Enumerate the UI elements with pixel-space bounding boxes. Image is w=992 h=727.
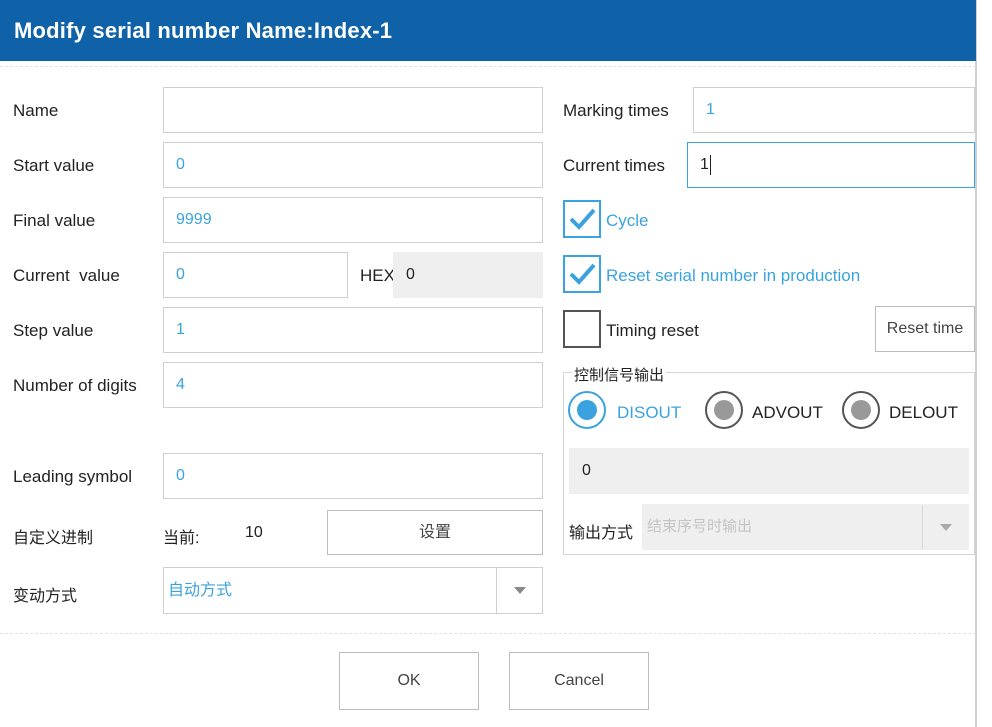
custom-base-current-label: 当前: [163,530,200,547]
cycle-checkbox[interactable] [563,200,601,238]
current-times-value: 1 [700,156,709,173]
output-mode-value: 结束序号时输出 [647,518,753,535]
custom-base-current-value: 10 [245,524,263,541]
top-divider [0,66,976,67]
cancel-button[interactable]: Cancel [509,652,649,710]
final-value-label: Final value [13,211,96,230]
custom-base-label: 自定义进制 [13,530,94,547]
change-mode-value: 自动方式 [168,582,233,599]
checkmark-icon [569,263,596,285]
reset-time-button[interactable]: Reset time [875,306,975,352]
radio-dot-icon [577,400,597,420]
start-value-label: Start value [13,156,95,175]
disout-label[interactable]: DISOUT [617,403,681,423]
step-value-input[interactable]: 1 [163,307,543,353]
advout-radio[interactable] [705,391,743,429]
cycle-label[interactable]: Cycle [606,211,649,231]
current-times-label: Current times [563,156,666,175]
output-mode-select: 结束序号时输出 [642,504,969,550]
signal-output-legend: 控制信号输出 [572,364,667,385]
leading-symbol-input[interactable]: 0 [163,453,543,499]
output-mode-label: 输出方式 [569,525,634,542]
serial-number-dialog: Modify serial number Name:Index-1 Name S… [0,0,976,727]
digits-label: Number of digits [13,376,137,395]
chevron-down-icon[interactable] [496,568,542,613]
final-value-input[interactable]: 9999 [163,197,543,243]
leading-symbol-label: Leading symbol [13,467,133,486]
timing-reset-label[interactable]: Timing reset [606,321,699,341]
custom-base-set-button[interactable]: 设置 [327,510,543,555]
title-bar: Modify serial number Name:Index-1 [0,0,976,61]
radio-dot-icon [851,400,871,420]
hex-value-field: 0 [393,252,543,298]
name-input[interactable] [163,87,543,133]
current-value-input[interactable]: 0 [163,252,348,298]
radio-dot-icon [714,400,734,420]
delout-radio[interactable] [842,391,880,429]
step-value-label: Step value [13,321,94,340]
digits-input[interactable]: 4 [163,362,543,408]
bottom-divider [0,633,976,634]
checkmark-icon [569,208,596,230]
reset-in-production-label[interactable]: Reset serial number in production [606,266,860,286]
window-border [976,0,977,727]
reset-in-production-checkbox[interactable] [563,255,601,293]
current-value-label: Current value [13,266,120,285]
marking-times-label: Marking times [563,101,669,120]
disout-radio[interactable] [568,391,606,429]
change-mode-select[interactable]: 自动方式 [163,567,543,614]
delout-label[interactable]: DELOUT [889,403,958,423]
change-mode-label: 变动方式 [13,588,78,605]
text-cursor [709,154,711,175]
current-times-input[interactable]: 1 [687,142,975,188]
timing-reset-checkbox[interactable] [563,310,601,348]
background-window-edge [976,0,992,727]
hex-label: HEX [360,266,395,285]
marking-times-input[interactable]: 1 [693,87,975,133]
advout-label[interactable]: ADVOUT [752,403,823,423]
ok-button[interactable]: OK [339,652,479,710]
start-value-input[interactable]: 0 [163,142,543,188]
signal-value-field[interactable]: 0 [569,448,969,494]
name-label: Name [13,101,59,120]
dialog-title: Modify serial number Name:Index-1 [14,18,393,43]
chevron-down-icon [922,505,968,549]
